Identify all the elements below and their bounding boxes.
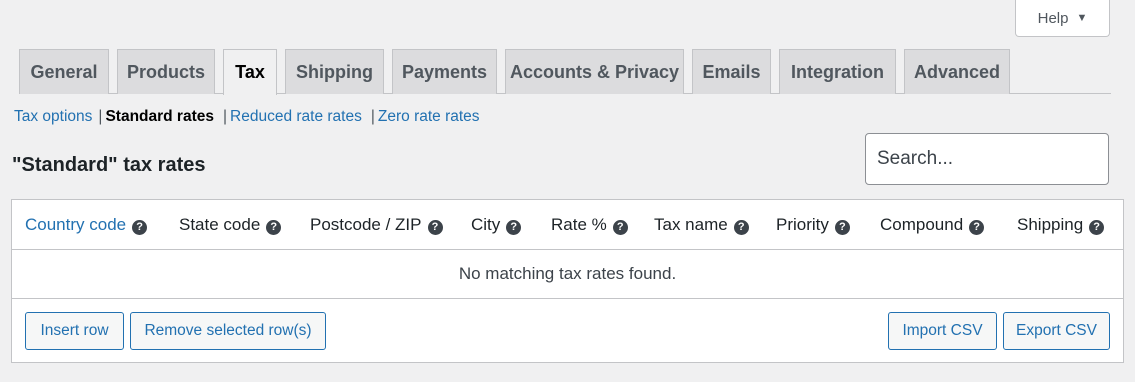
- remove-selected-rows-button[interactable]: Remove selected row(s): [130, 312, 326, 350]
- help-label: Help: [1037, 9, 1069, 27]
- column-tax-name: Tax name ?: [654, 200, 749, 250]
- import-csv-button[interactable]: Import CSV: [888, 312, 997, 350]
- tab-accounts-privacy[interactable]: Accounts & Privacy: [505, 49, 684, 94]
- insert-row-button[interactable]: Insert row: [25, 312, 124, 350]
- tab-advanced[interactable]: Advanced: [904, 49, 1010, 94]
- column-shipping: Shipping ?: [1017, 200, 1105, 250]
- tab-payments[interactable]: Payments: [392, 49, 497, 94]
- column-label: Compound: [880, 215, 964, 234]
- help-tip-icon[interactable]: ?: [969, 219, 985, 235]
- column-country-code[interactable]: Country code ?: [25, 200, 148, 250]
- column-city: City ?: [471, 200, 522, 250]
- settings-tabs: General Products Tax Shipping Payments A…: [19, 49, 1111, 95]
- empty-table-message: No matching tax rates found.: [12, 250, 1123, 299]
- column-label: Shipping: [1017, 215, 1084, 234]
- help-tip-icon[interactable]: ?: [834, 219, 850, 235]
- separator: |: [370, 108, 375, 125]
- help-tip-icon[interactable]: ?: [733, 219, 749, 235]
- export-csv-button[interactable]: Export CSV: [1003, 312, 1110, 350]
- help-tip-icon[interactable]: ?: [132, 219, 148, 235]
- help-tip-icon[interactable]: ?: [427, 219, 443, 235]
- help-tab-button[interactable]: Help ▼: [1015, 0, 1110, 37]
- tab-emails[interactable]: Emails: [692, 49, 771, 94]
- caret-down-icon: ▼: [1076, 12, 1088, 24]
- tab-shipping[interactable]: Shipping: [285, 49, 384, 94]
- link-tax-options[interactable]: Tax options: [14, 108, 92, 125]
- help-tip-icon[interactable]: ?: [266, 219, 282, 235]
- page-title: "Standard" tax rates: [12, 154, 206, 176]
- column-priority: Priority ?: [776, 200, 850, 250]
- table-header: Country code ? State code ? Postcode / Z…: [12, 200, 1123, 250]
- separator: |: [223, 108, 228, 125]
- column-label: City: [471, 215, 501, 234]
- column-label: Tax name: [654, 215, 728, 234]
- column-compound: Compound ?: [880, 200, 985, 250]
- column-label: Postcode / ZIP: [310, 215, 422, 234]
- separator: |: [98, 108, 103, 125]
- column-label: Rate %: [551, 215, 607, 234]
- tab-integration[interactable]: Integration: [779, 49, 896, 94]
- column-label: Country code: [25, 215, 127, 234]
- table-footer: Insert row Remove selected row(s) Import…: [12, 299, 1123, 363]
- column-label: Priority: [776, 215, 829, 234]
- search-input[interactable]: [865, 133, 1109, 185]
- link-zero-rate-rates[interactable]: Zero rate rates: [378, 108, 480, 125]
- column-state-code: State code ?: [179, 200, 282, 250]
- tab-products[interactable]: Products: [117, 49, 215, 94]
- tab-tax[interactable]: Tax: [223, 49, 277, 95]
- help-tip-icon[interactable]: ?: [612, 219, 628, 235]
- help-tip-icon[interactable]: ?: [506, 219, 522, 235]
- column-postcode: Postcode / ZIP ?: [310, 200, 443, 250]
- help-tip-icon[interactable]: ?: [1089, 219, 1105, 235]
- tax-section-links: Tax options | Standard rates | Reduced rate …: [14, 108, 480, 128]
- tab-general[interactable]: General: [19, 49, 109, 94]
- link-standard-rates[interactable]: Standard rates: [105, 108, 214, 125]
- tax-rates-table: Country code ? State code ? Postcode / Z…: [11, 199, 1124, 363]
- column-rate: Rate % ?: [551, 200, 628, 250]
- link-reduced-rate-rates[interactable]: Reduced rate rates: [230, 108, 362, 125]
- column-label: State code: [179, 215, 261, 234]
